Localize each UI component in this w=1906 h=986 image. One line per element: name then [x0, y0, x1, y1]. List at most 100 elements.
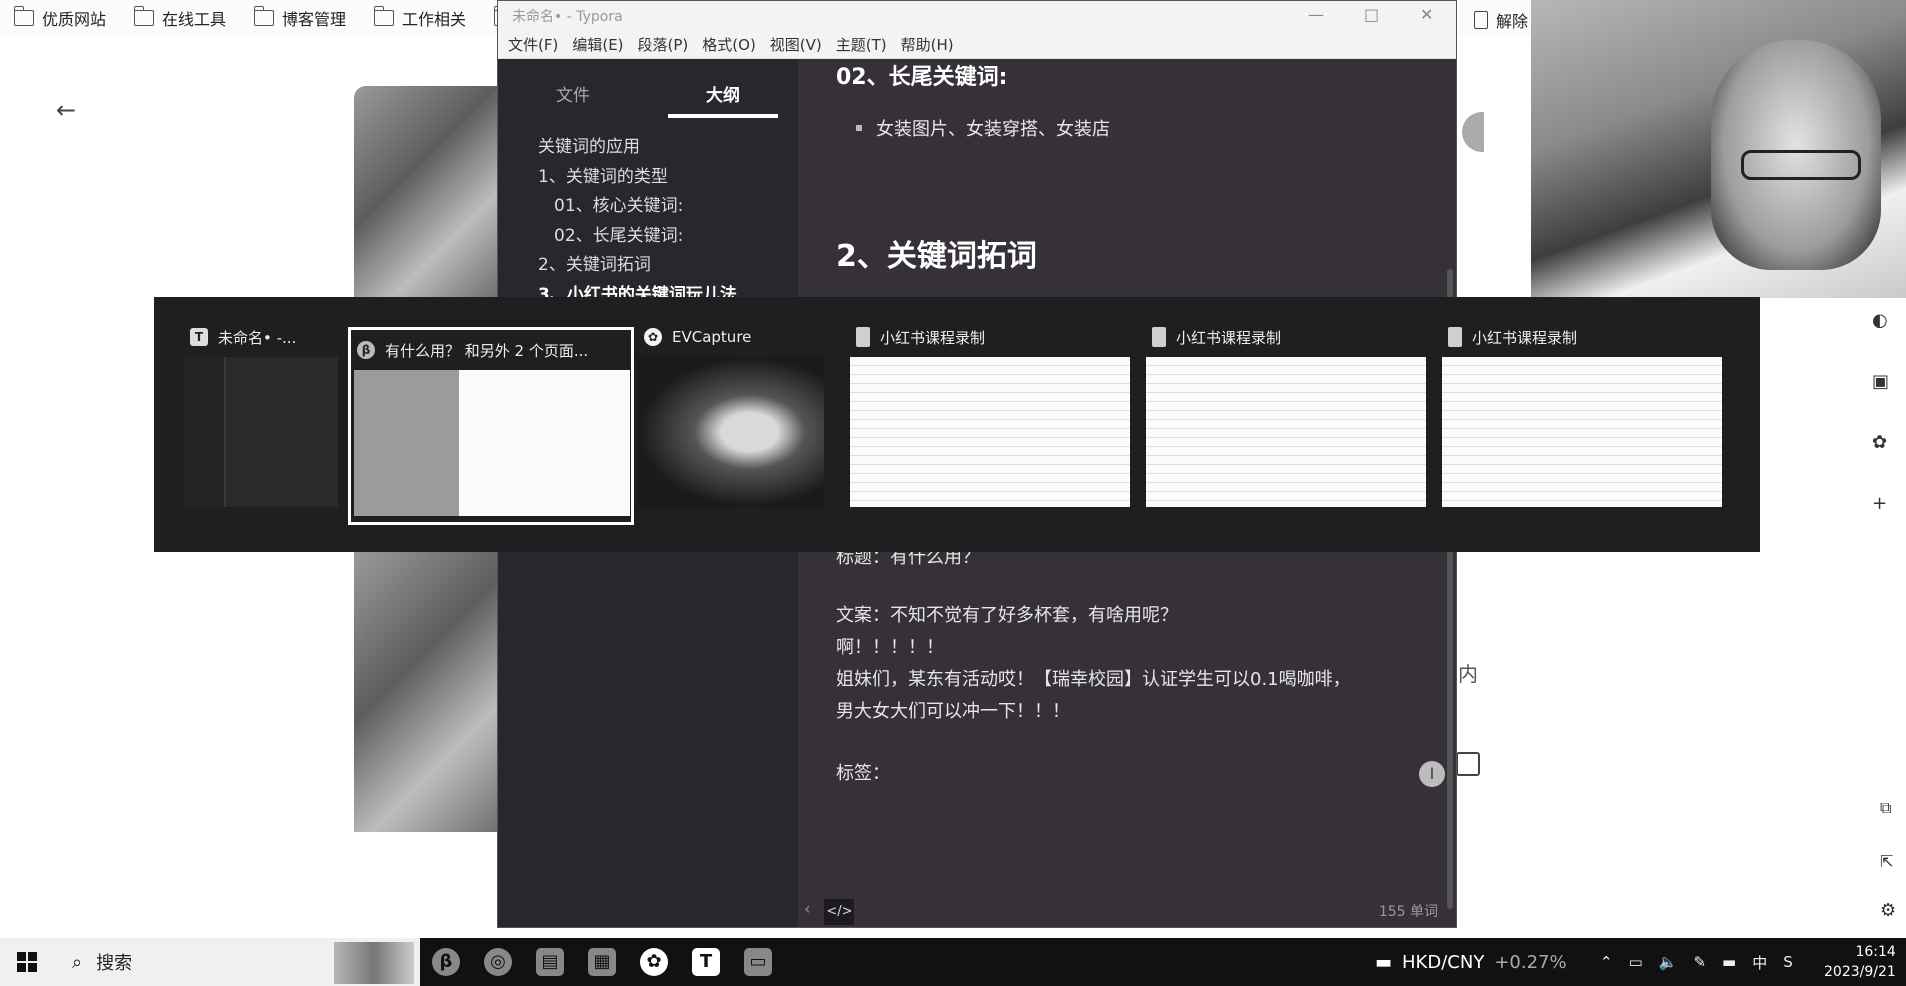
- status-bar: ‹ </>: [804, 899, 855, 925]
- taskbar-app[interactable]: T: [680, 938, 732, 986]
- typora-icon: T: [190, 328, 208, 346]
- bookmark-label: 解除: [1496, 12, 1529, 31]
- add-icon[interactable]: +: [1872, 493, 1889, 514]
- scroll-button[interactable]: [1462, 112, 1484, 152]
- tab-files[interactable]: 文件: [498, 71, 648, 106]
- taskbar-search[interactable]: ⌕ 搜索: [54, 938, 334, 986]
- taskbar-app[interactable]: β: [420, 938, 472, 986]
- excel-icon: [856, 327, 870, 347]
- bookmark-label: 工作相关: [402, 10, 467, 29]
- network-icon[interactable]: ▭: [1629, 953, 1643, 971]
- window-label: 小红书课程录制: [1472, 328, 1578, 347]
- window-preview: [638, 357, 824, 507]
- stock-ticker[interactable]: ▬ HKD/CNY +0.27%: [1375, 952, 1567, 973]
- bookmark-folder[interactable]: 工作相关: [373, 6, 467, 30]
- document-icon: [1474, 11, 1488, 29]
- window-label: 小红书课程录制: [880, 328, 986, 347]
- notepad-icon: ▤: [536, 948, 564, 976]
- menu-format[interactable]: 格式(O): [702, 34, 756, 55]
- switcher-window[interactable]: T 未命名• -...: [184, 325, 374, 507]
- glasses: [1741, 150, 1861, 180]
- menu-view[interactable]: 视图(V): [770, 34, 822, 55]
- ime-label[interactable]: 中: [1752, 952, 1767, 973]
- search-label: 搜索: [96, 953, 133, 974]
- menu-edit[interactable]: 编辑(E): [572, 34, 623, 55]
- file-explorer-icon: ▭: [744, 948, 772, 976]
- system-tray: ⌃ ▭ 🔈 ✎ ▬ 中 S: [1600, 952, 1793, 973]
- taskbar: ⌕ 搜索 β ◎ ▤ ▦ ✿ T ▭ ▬ HKD/CNY +0.27% ⌃ ▭ …: [0, 938, 1906, 986]
- taskbar-app[interactable]: ▤: [524, 938, 576, 986]
- pen-icon[interactable]: ✎: [1693, 953, 1706, 971]
- menu-help[interactable]: 帮助(H): [901, 34, 954, 55]
- flower-icon[interactable]: ✿: [1872, 432, 1889, 453]
- volume-icon[interactable]: 🔈: [1659, 953, 1678, 971]
- heading-h4: 02、长尾关键词:: [836, 65, 1008, 90]
- post-photo: [354, 552, 500, 832]
- screenshot-icon[interactable]: ⧉: [1880, 798, 1891, 818]
- close-icon[interactable]: ✕: [1420, 5, 1433, 24]
- switcher-window-selected[interactable]: β 有什么用？ 和另外 2 个页面...: [348, 327, 634, 525]
- news-widget[interactable]: [334, 942, 414, 984]
- external-link-icon[interactable]: [1456, 752, 1480, 776]
- start-button[interactable]: [0, 938, 54, 986]
- bookmark-folder[interactable]: 博客管理: [253, 6, 346, 30]
- heading-h2: 2、关键词拓词: [836, 239, 1037, 274]
- chevron-up-icon[interactable]: ⌃: [1600, 953, 1613, 971]
- switcher-window[interactable]: ✿ EVCapture: [638, 325, 824, 507]
- title-bar: 未命名• - Typora — □ ✕: [498, 1, 1456, 31]
- taskbar-app[interactable]: ▭: [732, 938, 784, 986]
- browser-side-icons: ◐ ▣ ✿ +: [1872, 310, 1889, 514]
- display-icon[interactable]: ▬: [1722, 953, 1736, 971]
- bookmark-folder[interactable]: 优质网站: [13, 6, 106, 30]
- tools-icon[interactable]: ▣: [1872, 371, 1889, 392]
- word-count[interactable]: 155 单词: [1379, 901, 1438, 921]
- s-app-icon[interactable]: S: [1783, 953, 1793, 971]
- outline-list: 关键词的应用 1、关键词的类型 01、核心关键词: 02、长尾关键词: 2、关键…: [498, 117, 798, 310]
- window-preview: [184, 357, 338, 507]
- window-title: 未命名• - Typora: [512, 9, 623, 25]
- folder-icon: [253, 6, 275, 26]
- clock-time: 16:14: [1855, 944, 1896, 960]
- bullet-text: 女装图片、女装穿搭、女装店: [876, 119, 1110, 140]
- tab-outline[interactable]: 大纲: [648, 71, 798, 118]
- settings-icon[interactable]: ⚙: [1880, 900, 1896, 921]
- clock-date: 2023/9/21: [1824, 964, 1896, 980]
- menu-bar: 文件(F) 编辑(E) 段落(P) 格式(O) 视图(V) 主题(T) 帮助(H…: [498, 31, 1456, 59]
- windows-icon: [17, 952, 37, 972]
- window-label: 有什么用？ 和另外 2 个页面...: [385, 341, 589, 360]
- taskbar-app[interactable]: ▦: [576, 938, 628, 986]
- maximize-icon[interactable]: □: [1364, 5, 1379, 24]
- minimize-icon[interactable]: —: [1308, 5, 1324, 24]
- outline-item[interactable]: 1、关键词的类型: [538, 163, 798, 193]
- taskbar-app[interactable]: ◎: [472, 938, 524, 986]
- menu-theme[interactable]: 主题(T): [836, 34, 887, 55]
- tags-line: 标签：: [836, 763, 890, 784]
- copilot-icon[interactable]: ◐: [1872, 310, 1889, 331]
- switcher-window[interactable]: 小红书课程录制: [850, 325, 1134, 507]
- open-external-icon[interactable]: ⇱: [1880, 852, 1893, 871]
- chevron-left-icon[interactable]: ‹: [804, 899, 810, 925]
- chrome-icon: ◎: [484, 948, 512, 976]
- folder-icon: [133, 6, 155, 26]
- evcapture-icon: ✿: [640, 948, 668, 976]
- switcher-window[interactable]: 小红书课程录制: [1442, 325, 1726, 507]
- window-preview: [354, 370, 630, 516]
- bookmark-unlock[interactable]: 解除: [1474, 8, 1528, 32]
- post-photo: [354, 86, 500, 297]
- menu-file[interactable]: 文件(F): [508, 34, 558, 55]
- webcam-overlay: [1531, 0, 1906, 298]
- outline-item[interactable]: 关键词的应用: [538, 133, 798, 163]
- window-preview: [850, 357, 1130, 507]
- bookmark-folder[interactable]: 在线工具: [133, 6, 227, 30]
- switcher-window[interactable]: 小红书课程录制: [1146, 325, 1430, 507]
- taskbar-app[interactable]: ✿: [628, 938, 680, 986]
- menu-paragraph[interactable]: 段落(P): [638, 34, 689, 55]
- folder-icon: [373, 6, 395, 26]
- bookmark-label: 在线工具: [162, 10, 227, 29]
- clock[interactable]: 16:14 2023/9/21: [1824, 942, 1896, 982]
- outline-item[interactable]: 2、关键词拓词: [538, 251, 798, 281]
- back-arrow-icon[interactable]: ←: [56, 96, 76, 124]
- outline-item[interactable]: 02、长尾关键词:: [538, 222, 798, 252]
- source-code-icon[interactable]: </>: [824, 899, 855, 925]
- outline-item[interactable]: 01、核心关键词:: [538, 192, 798, 222]
